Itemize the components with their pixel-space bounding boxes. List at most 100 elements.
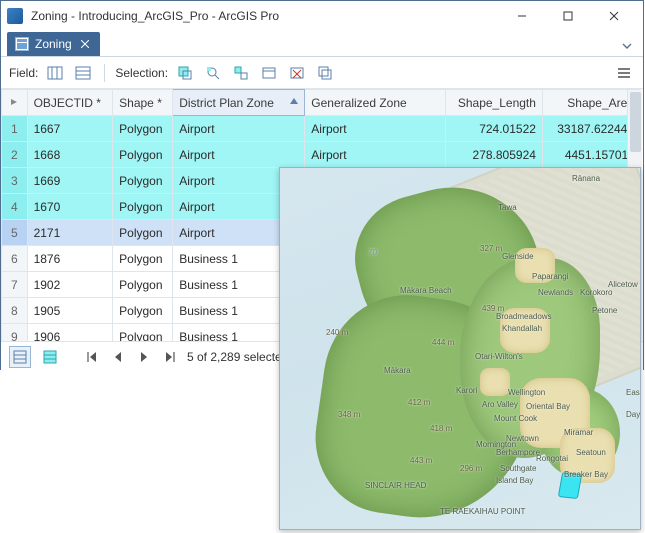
cell-shape[interactable]: Polygon [113,116,173,142]
label-broadmeadows: Broadmeadows [496,312,552,321]
cell-shape[interactable]: Polygon [113,142,173,168]
cell-objectid[interactable]: 1668 [27,142,113,168]
close-button[interactable] [591,1,637,31]
maximize-button[interactable] [545,1,591,31]
label-depth70: 70 [368,248,377,257]
next-record-button[interactable] [135,348,153,366]
label-e418: 418 m [430,424,452,433]
scrollbar-thumb[interactable] [630,92,641,152]
tab-zoning[interactable]: Zoning [7,32,100,56]
select-by-attributes-button[interactable] [174,62,196,84]
label-makara-beach: Mākara Beach [400,286,452,295]
row-number[interactable]: 5 [2,220,28,246]
label-e443: 443 m [410,456,432,465]
label-makara: Mākara [384,366,411,375]
sort-asc-icon [290,98,298,104]
label-paparangi: Paparangi [532,272,568,281]
cell-shape[interactable]: Polygon [113,194,173,220]
cell-generalized-zone[interactable]: Airport [305,142,446,168]
row-number[interactable]: 7 [2,272,28,298]
table-row[interactable]: 21668PolygonAirportAirport278.8059244451… [2,142,641,168]
selection-count-text: 5 of 2,289 selected [187,350,288,364]
cell-objectid[interactable]: 1667 [27,116,113,142]
label-tawa: Tawa [498,203,517,212]
calculate-field-button[interactable] [72,62,94,84]
prev-record-button[interactable] [109,348,127,366]
field-label: Field: [9,66,38,80]
cell-objectid[interactable]: 2171 [27,220,113,246]
label-e327: 327 m [480,244,502,253]
cell-shape[interactable]: Polygon [113,272,173,298]
label-ranana: Rānana [572,174,600,183]
row-handle-header[interactable] [2,90,28,116]
label-teraekaihau: TE RAEKAIHAU POINT [440,508,525,516]
label-breakerbay: Breaker Bay [564,470,608,479]
col-shape[interactable]: Shape * [113,90,173,116]
tabbar-dropdown-icon[interactable] [617,36,637,56]
header-row: OBJECTID * Shape * District Plan Zone Ge… [2,90,641,116]
switch-selection-button[interactable] [230,62,252,84]
row-number[interactable]: 1 [2,116,28,142]
clear-selection-button[interactable] [258,62,280,84]
label-alicetown: Alicetow [608,280,638,289]
menu-button[interactable] [613,62,635,84]
map-view[interactable]: Tawa Glenside Paparangi Newlands Khandal… [279,167,641,530]
cell-objectid[interactable]: 1902 [27,272,113,298]
copy-selection-button[interactable] [314,62,336,84]
label-e444: 444 m [432,338,454,347]
cell-district-plan-zone[interactable]: Airport [173,116,305,142]
minimize-button[interactable] [499,1,545,31]
label-sinclair: SINCLAIR HEAD [365,482,426,490]
row-number[interactable]: 9 [2,324,28,342]
col-shape-length[interactable]: Shape_Length [445,90,542,116]
delete-selection-button[interactable] [286,62,308,84]
selection-label: Selection: [115,66,168,80]
cell-shape-area[interactable]: 33187.622449 [542,116,640,142]
row-number[interactable]: 3 [2,168,28,194]
row-number[interactable]: 8 [2,298,28,324]
cell-shape[interactable]: Polygon [113,298,173,324]
label-oriental: Oriental Bay [526,402,570,411]
cell-shape[interactable]: Polygon [113,324,173,342]
table-icon [15,37,29,51]
col-district-plan-zone[interactable]: District Plan Zone [173,90,305,116]
label-korokoro: Korokoro [580,288,612,297]
cell-shape-area[interactable]: 4451.157011 [542,142,640,168]
cell-shape-length[interactable]: 724.01522 [445,116,542,142]
cell-objectid[interactable]: 1876 [27,246,113,272]
show-selected-records-button[interactable] [39,346,61,368]
row-number[interactable]: 2 [2,142,28,168]
row-number[interactable]: 4 [2,194,28,220]
row-number[interactable]: 6 [2,246,28,272]
cell-objectid[interactable]: 1906 [27,324,113,342]
table-row[interactable]: 11667PolygonAirportAirport724.0152233187… [2,116,641,142]
col-generalized-zone[interactable]: Generalized Zone [305,90,446,116]
cell-shape[interactable]: Polygon [113,220,173,246]
col-objectid[interactable]: OBJECTID * [27,90,113,116]
tab-close-icon[interactable] [78,37,92,51]
label-petone: Petone [592,306,617,315]
cell-district-plan-zone[interactable]: Airport [173,142,305,168]
cell-objectid[interactable]: 1670 [27,194,113,220]
add-field-button[interactable] [44,62,66,84]
label-newlands: Newlands [538,288,573,297]
label-berhampore: Berhampore [496,448,540,457]
cell-shape-length[interactable]: 278.805924 [445,142,542,168]
label-glenside: Glenside [502,252,534,261]
label-e240: 240 m [326,328,348,337]
show-all-records-button[interactable] [9,346,31,368]
label-seatoun: Seatoun [576,448,606,457]
cell-shape[interactable]: Polygon [113,168,173,194]
cell-shape[interactable]: Polygon [113,246,173,272]
app-icon [7,8,23,24]
label-e439: 439 m [482,304,504,313]
col-shape-area[interactable]: Shape_Area [542,90,640,116]
label-karori: Karori [456,386,477,395]
label-khandallah: Khandallah [502,324,542,333]
cell-generalized-zone[interactable]: Airport [305,116,446,142]
last-record-button[interactable] [161,348,179,366]
zoom-to-selection-button[interactable] [202,62,224,84]
first-record-button[interactable] [83,348,101,366]
cell-objectid[interactable]: 1669 [27,168,113,194]
cell-objectid[interactable]: 1905 [27,298,113,324]
